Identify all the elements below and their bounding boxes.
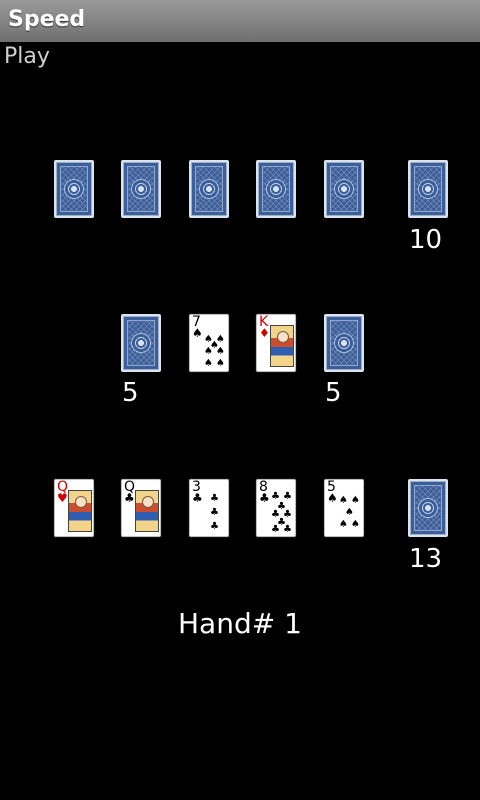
player-hand-card-5[interactable]: 5 ♠ ♠ ♠ ♠ ♠ ♠	[324, 479, 364, 537]
card-pip: ♣	[271, 524, 280, 535]
card-pip: ♠	[216, 358, 225, 369]
left-reserve-pile[interactable]	[121, 314, 161, 372]
opponent-draw-pile-count: 10	[409, 225, 443, 255]
player-hand-card-2[interactable]: Q ♣	[121, 479, 161, 537]
card-suit: ♣	[259, 491, 270, 505]
opponent-card-5	[324, 160, 364, 218]
card-suit: ♥	[57, 491, 68, 505]
card-pip: ♣	[210, 507, 219, 518]
right-reserve-pile[interactable]	[324, 314, 364, 372]
card-pip: ♣	[210, 521, 219, 532]
card-suit: ♠	[192, 326, 203, 340]
player-draw-pile-count: 13	[409, 544, 443, 574]
card-pip: ♠	[339, 519, 348, 530]
title-bar: Speed	[0, 0, 480, 42]
opponent-card-1	[54, 160, 94, 218]
card-pip: ♠	[204, 358, 213, 369]
queen-portrait-icon	[135, 490, 159, 532]
player-hand-card-4[interactable]: 8 ♣ ♣ ♣ ♣ ♣ ♣ ♣ ♣ ♣	[256, 479, 296, 537]
opponent-draw-pile	[408, 160, 448, 218]
play-pile-left[interactable]: 7 ♠ ♠ ♠ ♠ ♠ ♠ ♠ ♠	[189, 314, 229, 372]
card-pip: ♣	[210, 493, 219, 504]
card-pip: ♠	[345, 507, 354, 518]
right-reserve-pile-count: 5	[325, 378, 342, 408]
card-suit: ♦	[259, 326, 270, 340]
card-suit: ♣	[124, 491, 135, 505]
card-pip: ♠	[351, 495, 360, 506]
play-menu-item[interactable]: Play	[4, 44, 50, 69]
opponent-card-4	[256, 160, 296, 218]
card-suit: ♠	[327, 491, 338, 505]
queen-portrait-icon	[68, 490, 92, 532]
app-title: Speed	[8, 7, 86, 32]
card-pip: ♠	[339, 495, 348, 506]
player-hand-card-3[interactable]: 3 ♣ ♣ ♣ ♣	[189, 479, 229, 537]
card-pip: ♠	[351, 519, 360, 530]
play-pile-right[interactable]: K ♦	[256, 314, 296, 372]
card-suit: ♣	[192, 491, 203, 505]
card-pip: ♠	[210, 340, 219, 351]
king-portrait-icon	[270, 325, 294, 367]
player-hand-card-1[interactable]: Q ♥	[54, 479, 94, 537]
left-reserve-pile-count: 5	[122, 378, 139, 408]
player-draw-pile[interactable]	[408, 479, 448, 537]
opponent-card-3	[189, 160, 229, 218]
card-pip: ♣	[283, 524, 292, 535]
hand-number-label: Hand# 1	[178, 607, 302, 640]
opponent-card-2	[121, 160, 161, 218]
